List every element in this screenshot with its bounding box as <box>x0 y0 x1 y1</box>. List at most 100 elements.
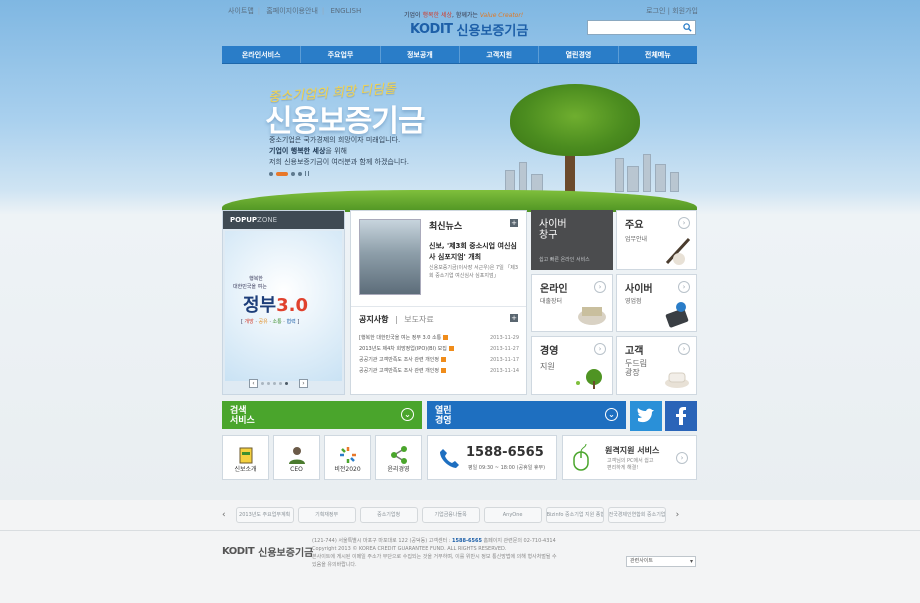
ethics-button[interactable]: 윤리경영 <box>375 435 422 480</box>
logo-text: 신용보증기금 <box>456 24 529 39</box>
join-link[interactable]: 회원가입 <box>672 7 698 15</box>
list-item[interactable]: [행복한 대한민국을 여는 정부 3.0 소통 2013-11-29 <box>359 333 519 344</box>
nav-open-management[interactable]: 열린경영 <box>539 46 619 63</box>
hero-line2: 기업이 행복한 세상을 위해 <box>269 147 347 155</box>
list-item[interactable]: 2013년도 제4차 희망정업(IPO)(BI) 모집 2013-11-27 <box>359 344 519 355</box>
popup-dot[interactable] <box>273 382 276 385</box>
popup-controls: ‹ › <box>249 379 308 388</box>
nav-main-work[interactable]: 주요업무 <box>301 46 381 63</box>
call-center-box: 1588-6565 평일 09:30 ~ 18:00 (공휴일 휴무) <box>427 435 557 480</box>
footer-divider <box>0 530 920 531</box>
notice-list: [행복한 대한민국을 여는 정부 3.0 소통 2013-11-29 2013년도… <box>359 333 519 377</box>
sitemap-link[interactable]: 사이트맵 <box>228 7 254 15</box>
arrow-right-icon: › <box>594 281 606 293</box>
news-headline[interactable]: 신보, '제3회 중소시업 여신심사 심포지엄' 개최 <box>429 241 521 263</box>
pen-icon <box>665 237 691 265</box>
nav-info-disclosure[interactable]: 정보공개 <box>381 46 460 63</box>
slide-dot[interactable] <box>298 171 302 176</box>
twitter-button[interactable] <box>630 401 662 431</box>
divider <box>351 306 526 307</box>
popup-zone: POPUPZONE 행복한 대한민국을 여는 정부3.0 [ 개방 · 공유 ·… <box>222 210 345 395</box>
facebook-icon <box>676 407 686 425</box>
remote-title: 원격지원 서비스 <box>605 446 660 455</box>
slide-dot[interactable] <box>291 171 295 176</box>
utility-links: 사이트맵 | 홈페이지이용안내 | ENGLISH <box>228 7 362 15</box>
footer-logo: KODIT 신용보증기금 <box>222 546 314 559</box>
popup-dot[interactable] <box>279 382 282 385</box>
slide-dot-active[interactable] <box>276 171 288 176</box>
pause-icon[interactable] <box>305 171 309 176</box>
login-link[interactable]: 로그인 <box>646 7 665 15</box>
management-tile[interactable]: 경영 지원 › <box>531 336 613 395</box>
phone-number: 1588-6565 <box>466 445 544 460</box>
map-pin-icon <box>665 302 689 328</box>
guide-link[interactable]: 홈페이지이용안내 <box>266 7 318 15</box>
new-badge-icon <box>443 335 449 340</box>
nav-all-menu[interactable]: 전체메뉴 <box>619 46 697 63</box>
chevron-down-icon: ⌄ <box>605 408 618 421</box>
popup-prev-icon[interactable]: ‹ <box>249 379 258 388</box>
banner-item[interactable]: 전국경제인연합회 중소기업협력센터 <box>607 507 666 523</box>
news-panel: 최신뉴스 + 신보, '제3회 중소시업 여신심사 심포지엄' 개최 신용보증기… <box>350 210 527 395</box>
list-item[interactable]: 공공기관 고객만족도 조사 관련 개인정 2013-11-17 <box>359 355 519 366</box>
customer-plaza-tile[interactable]: 고객 두드림 광장 › <box>616 336 697 395</box>
search-service-band[interactable]: 검색 서비스 ⌄ <box>222 401 422 429</box>
related-sites-select[interactable]: 관련사이트 <box>626 556 696 567</box>
nav-customer-support[interactable]: 고객지원 <box>460 46 540 63</box>
hero-title: 신용보증기금 <box>265 104 426 139</box>
twitter-icon <box>637 408 654 423</box>
popup-next-icon[interactable]: › <box>299 379 308 388</box>
money-icon <box>578 307 606 325</box>
popup-dot-active[interactable] <box>285 382 288 385</box>
nav-online-service[interactable]: 온라인서비스 <box>222 46 302 63</box>
ethics-icon <box>390 446 407 464</box>
popup-dot[interactable] <box>261 382 264 385</box>
open-management-band[interactable]: 열린 경영 ⌄ <box>427 401 626 429</box>
new-badge-icon <box>440 368 446 373</box>
news-more-icon[interactable]: + <box>510 219 518 227</box>
member-links: 로그인 | 회원가입 <box>646 7 698 15</box>
list-item[interactable]: 공공기관 고객만족도 조사 관련 개인정 2013-11-14 <box>359 366 519 377</box>
search-icon[interactable] <box>683 23 692 32</box>
vision-button[interactable]: 비전2020 <box>324 435 371 480</box>
english-link[interactable]: ENGLISH <box>330 7 361 15</box>
banner-item[interactable]: AnyOne <box>483 507 542 523</box>
banner-item[interactable]: 2013년도 주요업무계획 <box>235 507 294 523</box>
banner-item[interactable]: 기업금융나들목 <box>421 507 480 523</box>
banner-item[interactable]: 기획재정부 <box>297 507 356 523</box>
tab-notice[interactable]: 공지사항 <box>359 315 388 324</box>
grass-field <box>222 190 697 212</box>
cyber-office-tile[interactable]: 사이버 영업점 › <box>616 274 697 332</box>
intro-icon <box>239 447 252 464</box>
online-loan-tile[interactable]: 온라인 대출장터 › <box>531 274 613 332</box>
news-description: 신용보증기금(이사장 서근우)은 7일 「제3회 중소기업 여신심사 심포지엄」 <box>429 265 519 279</box>
arrow-right-icon: › <box>678 217 690 229</box>
popup-zone-header: POPUPZONE <box>223 211 344 229</box>
cyber-window-tile[interactable]: 사이버 창구 쉽고 빠른 온라인 서비스 <box>531 210 613 270</box>
header-tagline: 기업이 행복한 세상, 함께가는 Value Creator! <box>404 12 524 19</box>
banner-item[interactable]: 중소기업청 <box>359 507 418 523</box>
mouse-icon <box>573 444 589 471</box>
banner-item[interactable]: Bizinfo 중소기업 지원 종합정보서비스 <box>545 507 604 523</box>
tab-press[interactable]: 보도자료 <box>404 315 433 324</box>
remote-support-box[interactable]: 원격지원 서비스 고객님의 PC에서 쉽고 편리하게 해결! › <box>562 435 697 480</box>
hero-line1: 중소기업은 국가경제의 희망이자 미래입니다. <box>269 136 401 144</box>
arrow-right-icon: › <box>678 281 690 293</box>
notice-more-icon[interactable]: + <box>510 314 518 322</box>
popup-dot[interactable] <box>267 382 270 385</box>
new-badge-icon <box>448 346 454 351</box>
cup-icon <box>665 372 689 388</box>
banner-prev-icon[interactable]: ‹ <box>222 510 226 520</box>
search-input[interactable] <box>587 20 696 35</box>
banner-next-icon[interactable]: › <box>676 510 680 520</box>
remote-desc: 고객님의 PC에서 쉽고 편리하게 해결! <box>607 458 654 471</box>
site-logo[interactable]: KODIT 신용보증기금 <box>410 20 528 39</box>
facebook-button[interactable] <box>665 401 697 431</box>
slide-dot[interactable] <box>269 171 273 176</box>
intro-button[interactable]: 신보소개 <box>222 435 269 480</box>
main-work-tile[interactable]: 주요 업무안내 › <box>616 210 697 270</box>
arrow-right-icon: › <box>676 452 688 464</box>
news-thumbnail[interactable] <box>359 219 421 295</box>
ceo-button[interactable]: CEO <box>273 435 320 480</box>
popup-banner[interactable]: 행복한 대한민국을 여는 정부3.0 [ 개방 · 공유 · 소통 · 협력 ] <box>225 231 342 381</box>
